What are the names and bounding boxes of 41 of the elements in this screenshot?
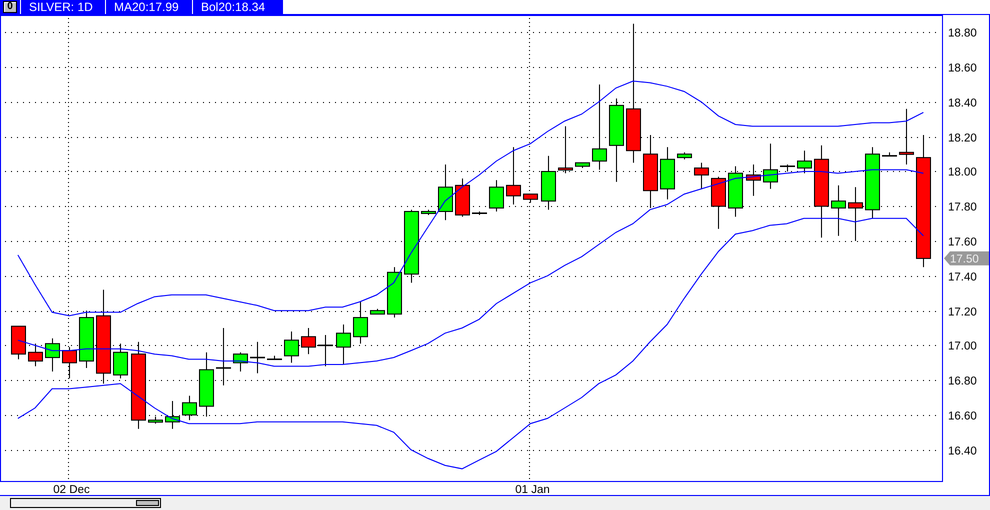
axis-label: 01 Jan (515, 484, 550, 496)
candlestick (882, 152, 897, 157)
axis-label: 17.40 (948, 272, 977, 284)
chart-info-label: MA20:17.99 (105, 0, 192, 14)
scrollbar-thumb[interactable] (136, 500, 159, 506)
candlestick (489, 180, 504, 212)
axis-label: 17.60 (948, 236, 977, 248)
candlestick (797, 150, 812, 174)
candlestick (711, 176, 726, 230)
candlestick (831, 184, 846, 236)
candlestick (387, 266, 402, 318)
candlestick (28, 343, 43, 367)
chart-menu-button[interactable]: 0 (3, 1, 17, 13)
chart-info-label: Bol20:18.34 (192, 0, 283, 14)
axis-label: 17.20 (948, 306, 977, 318)
axis-label: 18.20 (948, 132, 977, 144)
candlestick (233, 352, 248, 372)
candlestick (267, 355, 282, 360)
candlestick (677, 152, 692, 160)
last-price-tag: 17.50 (944, 251, 989, 266)
candlestick (694, 162, 709, 190)
axis-label: 17.00 (948, 340, 977, 352)
candlestick (421, 209, 436, 216)
candlestick (45, 338, 60, 372)
axis-label: 18.80 (948, 28, 977, 40)
candlestick (11, 326, 26, 360)
axis-label: 02 Dec (53, 484, 90, 496)
axis-label: 16.80 (948, 376, 977, 388)
axis-label: 18.60 (948, 62, 977, 74)
axis-label: 18.00 (948, 166, 977, 178)
candlestick (472, 210, 487, 216)
axis-label: 16.60 (948, 410, 977, 422)
axis-label: 18.40 (948, 98, 977, 110)
axis-label: 17.80 (948, 202, 977, 214)
scrollbar[interactable] (10, 498, 161, 508)
candlestick (250, 341, 265, 374)
candlestick (370, 308, 385, 315)
candlestick (455, 178, 470, 218)
axis-label: 16.40 (948, 446, 977, 458)
candlestick (575, 162, 590, 169)
chart-info-label: SILVER: 1D (20, 0, 105, 14)
